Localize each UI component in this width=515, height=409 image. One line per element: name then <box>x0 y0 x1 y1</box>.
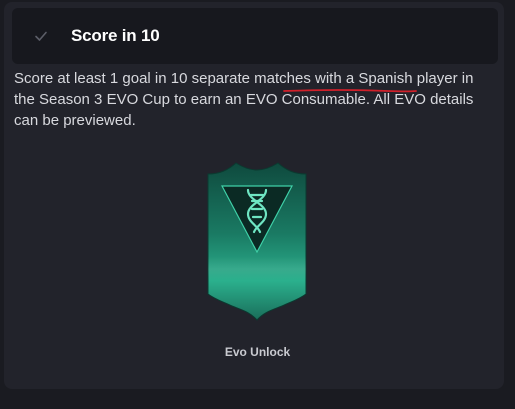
evo-unlock-card[interactable] <box>198 160 316 324</box>
objective-description: Score at least 1 goal in 10 separate mat… <box>14 70 474 129</box>
card-shape <box>207 162 307 321</box>
red-underline-annotation <box>283 89 417 93</box>
objective-title: Score in 10 <box>71 26 160 45</box>
objective-header[interactable]: Score in 10 <box>12 8 498 64</box>
checkmark-icon <box>35 31 47 41</box>
reward-label: Evo Unlock <box>224 345 291 359</box>
